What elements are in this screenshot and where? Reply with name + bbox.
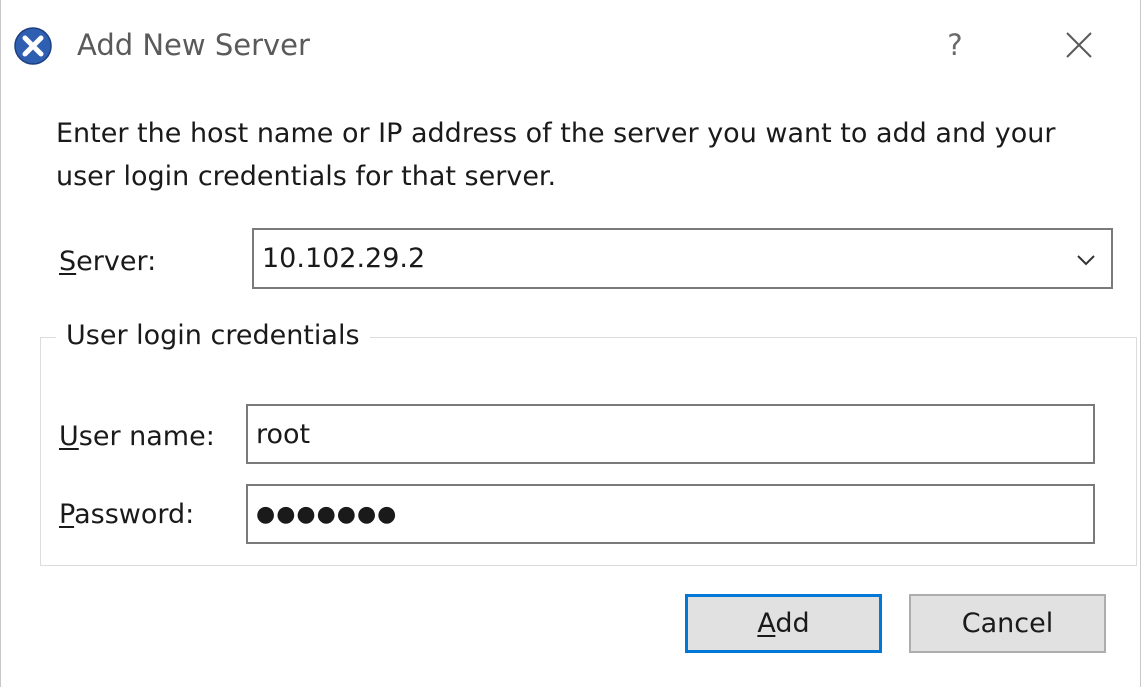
instruction-text: Enter the host name or IP address of the… [56,118,1056,192]
password-label-mnemonic: P [59,499,75,530]
server-label: Server: [59,243,156,281]
password-label-rest: assword: [74,499,195,530]
add-button-mnemonic: A [757,608,776,639]
close-icon [1066,32,1092,58]
server-label-mnemonic: S [59,246,77,277]
username-label-rest: ser name: [78,421,215,452]
close-button[interactable] [1047,22,1111,68]
password-input[interactable] [246,484,1095,544]
window-title: Add New Server [77,28,310,62]
add-button[interactable]: Add [685,594,882,653]
password-label: Password: [59,496,194,534]
chevron-down-icon[interactable] [1071,246,1101,274]
cancel-button[interactable]: Cancel [909,594,1106,653]
server-combobox[interactable]: 10.102.29.2 [252,228,1113,289]
username-label-mnemonic: U [59,421,79,452]
add-new-server-dialog: Add New Server ? Enter the host name or … [0,0,1141,687]
server-label-rest: erver: [76,246,157,277]
title-bar[interactable]: Add New Server ? [1,0,1140,90]
add-button-rest: dd [775,608,810,639]
username-input[interactable] [246,404,1095,464]
credentials-group-label: User login credentials [56,317,370,355]
server-value: 10.102.29.2 [262,243,426,274]
xencenter-x-icon [14,27,52,65]
username-label: User name: [59,418,215,456]
help-button[interactable]: ? [923,22,987,68]
